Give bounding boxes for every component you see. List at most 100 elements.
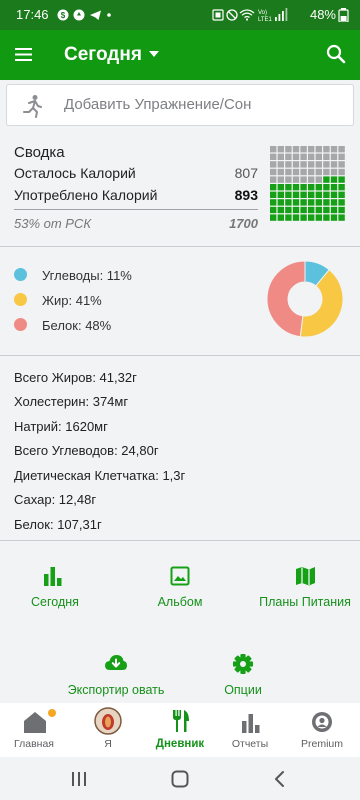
nutrient-fiber: Диетическая Клетчатка: 1,3г: [14, 468, 186, 483]
grid-cell-empty: [292, 153, 300, 160]
tab-label: Главная: [14, 738, 54, 750]
grid-cell-empty: [308, 153, 315, 160]
grid-cell-empty: [292, 176, 300, 183]
bar-chart-icon: [242, 714, 260, 733]
action-meal-plans[interactable]: Планы Питания: [250, 555, 360, 629]
grid-cell-filled: [308, 199, 315, 206]
grid-cell-empty: [285, 168, 292, 176]
grid-cell-empty: [338, 168, 345, 176]
grid-cell-filled: [315, 214, 322, 221]
grid-cell-filled: [292, 191, 300, 198]
grid-cell-filled: [270, 206, 277, 214]
grid-cell-empty: [323, 146, 330, 153]
tab-premium[interactable]: Premium: [286, 703, 358, 757]
hamburger-icon[interactable]: [14, 45, 34, 63]
recents-button[interactable]: [69, 770, 89, 788]
add-exercise-label: Добавить Упражнение/Сон: [64, 96, 252, 113]
grid-cell-filled: [330, 176, 338, 183]
grid-cell-filled: [323, 184, 330, 191]
chevron-down-icon[interactable]: [148, 49, 160, 59]
action-options[interactable]: Опции: [188, 643, 298, 703]
grid-cell-empty: [330, 161, 338, 168]
image-icon: [170, 566, 190, 586]
nutrient-protein: Белок: 107,31г: [14, 517, 102, 532]
grid-cell-filled: [330, 214, 338, 221]
grid-cell-filled: [292, 199, 300, 206]
avatar-icon: [94, 707, 122, 735]
grid-cell-filled: [300, 206, 307, 214]
remaining-calories-label: Осталось Калорий: [14, 165, 136, 181]
grid-cell-filled: [308, 214, 315, 221]
bar-chart-icon: [44, 567, 62, 586]
page-title[interactable]: Сегодня: [64, 45, 142, 65]
tab-me[interactable]: Я: [72, 703, 144, 757]
premium-icon: [312, 712, 332, 732]
grid-cell-empty: [285, 153, 292, 160]
grid-cell-filled: [330, 206, 338, 214]
notification-icons: $: [57, 9, 111, 21]
back-button[interactable]: [272, 769, 288, 789]
svg-text:$: $: [61, 11, 66, 20]
system-nav-bar: [0, 757, 360, 800]
grid-cell-filled: [277, 199, 284, 206]
status-time: 17:46: [16, 7, 49, 22]
home-icon: [24, 712, 46, 733]
grid-cell-filled: [300, 184, 307, 191]
grid-cell-filled: [338, 214, 345, 221]
grid-cell-filled: [270, 184, 277, 191]
carbs-legend-dot: [14, 268, 27, 281]
consumed-calories-label: Употреблено Калорий: [14, 187, 158, 203]
grid-cell-empty: [315, 176, 322, 183]
grid-cell-filled: [292, 184, 300, 191]
grid-cell-empty: [338, 153, 345, 160]
tab-diary[interactable]: Дневник: [144, 703, 216, 757]
grid-cell-filled: [277, 191, 284, 198]
grid-cell-filled: [270, 199, 277, 206]
grid-cell-empty: [330, 153, 338, 160]
grid-cell-empty: [300, 146, 307, 153]
bottom-nav: Главная Я Дневник Отчеты Premium: [0, 703, 360, 757]
action-label: Сегодня: [31, 595, 79, 609]
summary-heading: Сводка: [14, 144, 65, 161]
action-today[interactable]: Сегодня: [0, 555, 110, 629]
grid-cell-empty: [277, 146, 284, 153]
grid-cell-empty: [308, 168, 315, 176]
grid-cell-filled: [323, 191, 330, 198]
action-label: Планы Питания: [259, 595, 351, 609]
grid-cell-filled: [338, 184, 345, 191]
grid-cell-empty: [270, 146, 277, 153]
action-label: Опции: [224, 683, 262, 697]
grid-cell-empty: [308, 146, 315, 153]
battery-percent: 48%: [309, 7, 336, 22]
grid-cell-empty: [338, 146, 345, 153]
home-button[interactable]: [170, 769, 190, 789]
grid-cell-filled: [308, 184, 315, 191]
cloud-download-icon: [105, 655, 127, 670]
gear-icon: [233, 654, 253, 674]
grid-cell-filled: [285, 191, 292, 198]
grid-cell-filled: [300, 199, 307, 206]
action-export[interactable]: Экспортир овать: [61, 643, 171, 703]
grid-cell-filled: [285, 199, 292, 206]
nutrient-total-carbs: Всего Углеводов: 24,80г: [14, 443, 159, 458]
grid-cell-filled: [315, 199, 322, 206]
grid-cell-empty: [300, 153, 307, 160]
tab-reports[interactable]: Отчеты: [214, 703, 286, 757]
action-album[interactable]: Альбом: [125, 555, 235, 629]
nutrient-sugar: Сахар: 12,48г: [14, 492, 97, 507]
tab-home[interactable]: Главная: [0, 703, 70, 757]
svg-text:LTE1: LTE1: [258, 17, 273, 23]
tab-label: Я: [104, 738, 112, 750]
grid-cell-empty: [330, 168, 338, 176]
nutrient-cholesterol: Холестерин: 374мг: [14, 394, 129, 409]
grid-cell-empty: [292, 168, 300, 176]
grid-cell-empty: [270, 153, 277, 160]
action-label: Экспортир овать: [67, 683, 165, 697]
grid-cell-filled: [285, 206, 292, 214]
grid-cell-filled: [330, 191, 338, 198]
add-exercise-button[interactable]: Добавить Упражнение/Сон: [6, 84, 354, 126]
grid-cell-filled: [338, 176, 345, 183]
fat-label: Жир: 41%: [42, 293, 102, 308]
search-icon[interactable]: [325, 43, 347, 65]
grid-cell-empty: [315, 153, 322, 160]
